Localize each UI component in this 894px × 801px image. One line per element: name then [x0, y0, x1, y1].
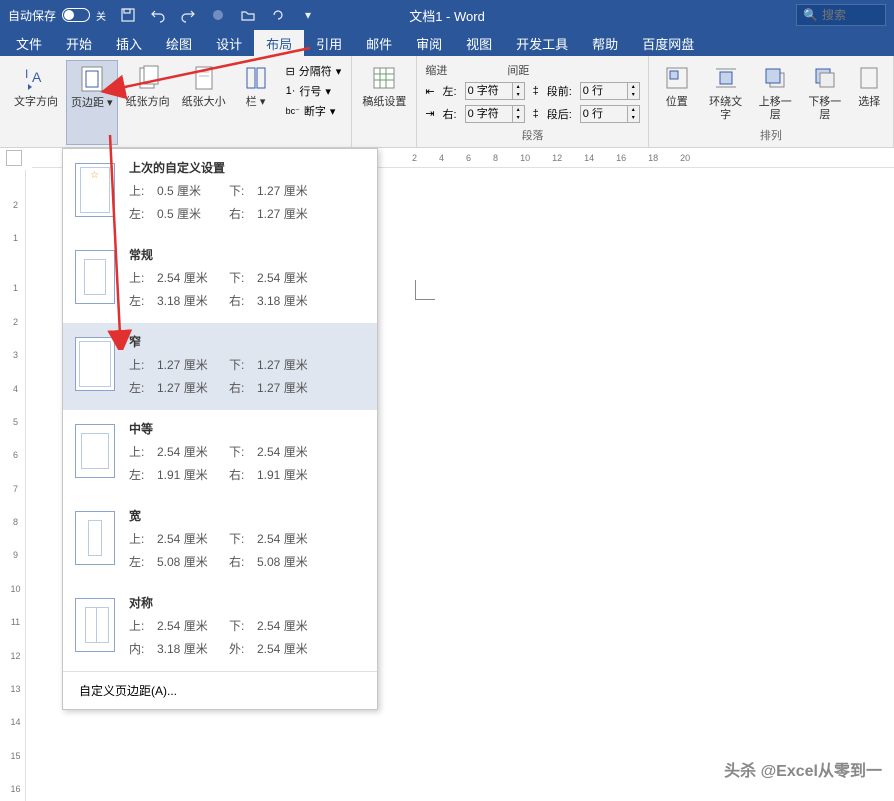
qat-more-icon[interactable]: ▾ [300, 7, 316, 23]
watermark: 头杀 @Excel从零到一 [724, 757, 882, 781]
ruler-corner [6, 150, 22, 166]
sync-icon[interactable] [270, 7, 286, 23]
search-box[interactable]: 🔍 [796, 4, 886, 26]
ribbon-tabs: 文件开始插入绘图设计布局引用邮件审阅视图开发工具帮助百度网盘 [0, 30, 894, 56]
wrap-text-button[interactable]: 环绕文字 [703, 60, 749, 127]
indent-label: 缩进 [425, 62, 447, 78]
manuscript-button[interactable]: 稿纸设置 [358, 60, 410, 145]
margin-option-title: 上次的自定义设置 [129, 159, 365, 176]
document-title: 文档1 - Word [409, 6, 485, 25]
margin-preview-icon [75, 511, 115, 565]
tab-设计[interactable]: 设计 [204, 30, 254, 56]
redo-icon[interactable] [180, 7, 196, 23]
margin-option-narrow[interactable]: 窄上:1.27 厘米下:1.27 厘米左:1.27 厘米右:1.27 厘米 [63, 323, 377, 410]
send-backward-button[interactable]: 下移一层 [802, 60, 848, 127]
custom-margins-button[interactable]: 自定义页边距(A)... [63, 671, 377, 709]
spacing-label: 间距 [507, 62, 529, 78]
margin-preview-icon [75, 337, 115, 391]
spacing-before-icon: ‡ [533, 85, 539, 97]
folder-icon[interactable] [240, 7, 256, 23]
spacing-before-input[interactable]: 0 行▴▾ [580, 82, 640, 100]
tab-审阅[interactable]: 审阅 [404, 30, 454, 56]
autosave-toggle[interactable]: 自动保存 关 [8, 7, 106, 24]
hyphenation-button[interactable]: bc⁻断字▾ [284, 102, 344, 120]
margin-option-last[interactable]: ☆上次的自定义设置上:0.5 厘米下:1.27 厘米左:0.5 厘米右:1.27… [63, 149, 377, 236]
svg-text:A: A [32, 69, 42, 85]
search-icon: 🔍 [803, 8, 818, 22]
spacing-after-input[interactable]: 0 行▴▾ [580, 105, 640, 123]
orientation-button[interactable]: 纸张方向 [122, 60, 174, 145]
quick-access-toolbar: ▾ [120, 7, 316, 23]
margin-option-title: 常规 [129, 246, 365, 263]
document-area[interactable] [380, 180, 880, 740]
save-icon[interactable] [120, 7, 136, 23]
margin-option-wide[interactable]: 宽上:2.54 厘米下:2.54 厘米左:5.08 厘米右:5.08 厘米 [63, 497, 377, 584]
undo-icon[interactable] [150, 7, 166, 23]
cursor-marker [415, 280, 435, 300]
indent-right-icon: ⇥ [425, 107, 434, 120]
size-button[interactable]: 纸张大小 [178, 60, 230, 145]
indent-right-input[interactable]: 0 字符▴▾ [465, 105, 525, 123]
svg-text:I: I [25, 67, 28, 81]
position-button[interactable]: 位置 [655, 60, 699, 127]
vertical-ruler[interactable]: 2112345678910111213141516 [6, 170, 26, 801]
tab-百度网盘[interactable]: 百度网盘 [630, 30, 706, 56]
tab-开始[interactable]: 开始 [54, 30, 104, 56]
tab-绘图[interactable]: 绘图 [154, 30, 204, 56]
margin-option-moderate[interactable]: 中等上:2.54 厘米下:2.54 厘米左:1.91 厘米右:1.91 厘米 [63, 410, 377, 497]
search-input[interactable] [822, 8, 872, 22]
margins-dropdown: ☆上次的自定义设置上:0.5 厘米下:1.27 厘米左:0.5 厘米右:1.27… [62, 148, 378, 710]
ribbon: IA 文字方向 页边距 ▾ 纸张方向 纸张大小 栏 ▾ ⊟分隔符▾ 1·行号 [0, 56, 894, 148]
tab-帮助[interactable]: 帮助 [580, 30, 630, 56]
margin-option-title: 中等 [129, 420, 365, 437]
tab-引用[interactable]: 引用 [304, 30, 354, 56]
bring-forward-button[interactable]: 上移一层 [752, 60, 798, 127]
tab-开发工具[interactable]: 开发工具 [504, 30, 580, 56]
indent-left-icon: ⇤ [425, 85, 434, 98]
tab-视图[interactable]: 视图 [454, 30, 504, 56]
margin-preview-icon: ☆ [75, 163, 115, 217]
tab-邮件[interactable]: 邮件 [354, 30, 404, 56]
margin-option-normal[interactable]: 常规上:2.54 厘米下:2.54 厘米左:3.18 厘米右:3.18 厘米 [63, 236, 377, 323]
circle-icon[interactable] [210, 7, 226, 23]
margin-preview-icon [75, 598, 115, 652]
columns-button[interactable]: 栏 ▾ [234, 60, 278, 145]
margin-option-title: 宽 [129, 507, 365, 524]
margin-preview-icon [75, 424, 115, 478]
breaks-button[interactable]: ⊟分隔符▾ [284, 62, 344, 80]
margins-button[interactable]: 页边距 ▾ [66, 60, 118, 145]
spacing-after-icon: ‡ [533, 108, 539, 120]
margin-option-title: 对称 [129, 594, 365, 611]
margin-option-title: 窄 [129, 333, 365, 350]
indent-left-input[interactable]: 0 字符▴▾ [465, 82, 525, 100]
tab-插入[interactable]: 插入 [104, 30, 154, 56]
margin-preview-icon [75, 250, 115, 304]
text-direction-button[interactable]: IA 文字方向 [10, 60, 62, 145]
tab-文件[interactable]: 文件 [4, 30, 54, 56]
margin-option-mirror[interactable]: 对称上:2.54 厘米下:2.54 厘米内:3.18 厘米外:2.54 厘米 [63, 584, 377, 671]
title-bar: 自动保存 关 ▾ 文档1 - Word 🔍 [0, 0, 894, 30]
line-numbers-button[interactable]: 1·行号▾ [284, 82, 344, 100]
selection-pane-button[interactable]: 选择 [852, 60, 887, 127]
tab-布局[interactable]: 布局 [254, 30, 304, 56]
